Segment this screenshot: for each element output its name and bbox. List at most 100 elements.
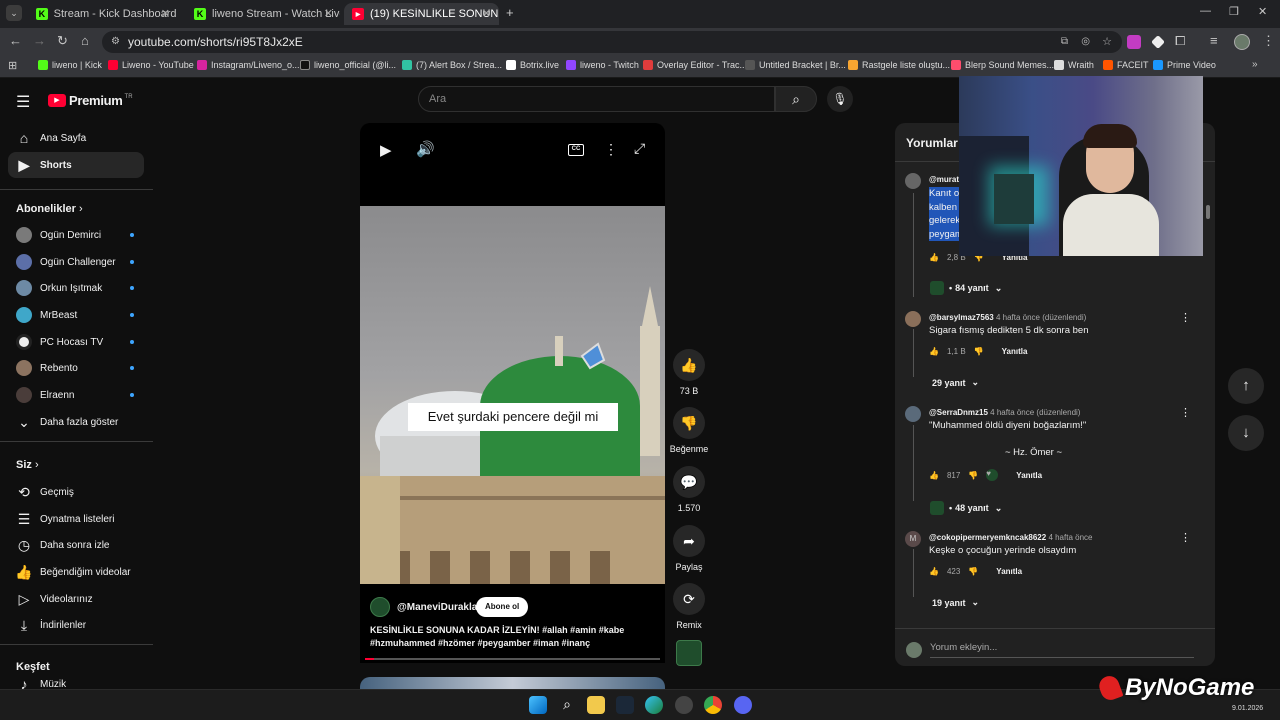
sidebar-subscription[interactable]: Elraenn bbox=[8, 382, 144, 408]
windows-start-icon[interactable] bbox=[529, 696, 547, 714]
sound-thumbnail[interactable] bbox=[676, 640, 702, 666]
youtube-premium-logo[interactable]: ▶ Premium TR bbox=[48, 93, 133, 108]
replies-toggle[interactable]: 29 yanıt ⌄ bbox=[932, 377, 979, 388]
subscriptions-heading[interactable]: Abonelikler › bbox=[16, 203, 83, 215]
back-icon[interactable]: ← bbox=[9, 33, 22, 48]
thumbs-up-icon[interactable]: 👍 bbox=[929, 471, 939, 480]
sidebar-item-shorts[interactable]: ▶ Shorts bbox=[8, 152, 144, 178]
extension-diamond-icon[interactable] bbox=[1151, 35, 1165, 49]
next-short-button[interactable]: ↓ bbox=[1228, 415, 1264, 451]
previous-short-button[interactable]: ↑ bbox=[1228, 368, 1264, 404]
shorts-player[interactable]: ▶ 🔊 CC ⋮ ⤢ Evet şurdaki pencere değil mi bbox=[360, 123, 665, 663]
thumbs-up-icon[interactable]: 👍 bbox=[929, 347, 939, 356]
sidebar-item-downloads[interactable]: ⤓ İndirilenler bbox=[8, 612, 144, 638]
next-short-preview[interactable] bbox=[360, 677, 665, 689]
extensions-puzzle-icon[interactable]: ⧠ bbox=[1175, 33, 1185, 49]
volume-button[interactable]: 🔊 bbox=[416, 140, 435, 158]
comment-author[interactable]: @barsylmaz7563 4 hafta önce (düzenlendi) bbox=[929, 313, 1086, 322]
reading-list-icon[interactable]: ≡ bbox=[1210, 33, 1218, 48]
bookmark-item[interactable]: Prime Video bbox=[1153, 60, 1216, 70]
sidebar-item-watch-later[interactable]: ◷ Daha sonra izle bbox=[8, 532, 144, 558]
replies-toggle[interactable]: • 48 yanıt ⌄ bbox=[930, 501, 1002, 515]
sidebar-item-home[interactable]: ⌂ Ana Sayfa bbox=[8, 125, 144, 151]
home-button-icon[interactable]: ⌂ bbox=[81, 33, 89, 48]
bookmark-item[interactable]: Botrix.live bbox=[506, 60, 559, 70]
sidebar-subscription[interactable]: PC Hocası TV bbox=[8, 329, 144, 355]
chrome-icon[interactable] bbox=[704, 696, 722, 714]
eye-off-icon[interactable]: ◎ bbox=[1081, 31, 1090, 53]
thumbs-up-icon[interactable]: 👍 bbox=[929, 567, 939, 576]
add-comment-input[interactable]: Yorum ekleyin... bbox=[930, 642, 1194, 658]
tab-kick-dashboard[interactable]: K Stream - Kick Dashboard ✕ bbox=[28, 3, 178, 25]
replies-toggle[interactable]: • 84 yanıt ⌄ bbox=[930, 281, 1002, 295]
you-heading[interactable]: Siz › bbox=[16, 459, 39, 471]
comment-menu-icon[interactable]: ⋮ bbox=[1180, 531, 1191, 544]
comment-author[interactable]: @murat bbox=[929, 175, 959, 184]
apps-grid-icon[interactable]: ⊞ bbox=[8, 59, 17, 72]
comment-menu-icon[interactable]: ⋮ bbox=[1180, 406, 1191, 419]
sidebar-item-music[interactable]: ♪ Müzik bbox=[8, 679, 144, 689]
sidebar-subscription[interactable]: Rebento bbox=[8, 355, 144, 381]
url-bar[interactable]: ⚙ youtube.com/shorts/ri95T8Jx2xE ⧉ ◎ ☆ bbox=[102, 31, 1122, 53]
restore-icon[interactable]: ❐ bbox=[1229, 5, 1239, 18]
search-icon[interactable]: ⌕ bbox=[558, 696, 576, 714]
hamburger-menu-icon[interactable]: ☰ bbox=[16, 92, 30, 112]
comment-menu-icon[interactable]: ⋮ bbox=[1180, 311, 1191, 324]
dislike-button[interactable]: 👎 Beğenme bbox=[670, 407, 708, 454]
bookmark-item[interactable]: Overlay Editor - Trac... bbox=[643, 60, 747, 70]
extension-icon[interactable] bbox=[1127, 35, 1141, 49]
captions-button[interactable]: CC bbox=[568, 144, 584, 156]
profile-avatar[interactable] bbox=[1234, 34, 1250, 50]
steam-icon[interactable] bbox=[616, 696, 634, 714]
new-tab-icon[interactable]: + bbox=[506, 5, 514, 20]
reload-icon[interactable]: ↻ bbox=[57, 33, 68, 49]
sidebar-item-history[interactable]: ⟲ Geçmiş bbox=[8, 479, 144, 505]
site-info-icon[interactable]: ⚙ bbox=[111, 31, 120, 53]
tab-search-icon[interactable]: ⌄ bbox=[6, 5, 22, 21]
comment-author[interactable]: @cokopipermeryemkncak8622 4 hafta önce bbox=[929, 533, 1092, 542]
subscribe-button[interactable]: Abone ol bbox=[476, 597, 529, 617]
sidebar-item-your-videos[interactable]: ▷ Videolarınız bbox=[8, 586, 144, 612]
thumbs-down-icon[interactable]: 👎 bbox=[974, 347, 984, 356]
bookmark-item[interactable]: Liweno - YouTube bbox=[108, 60, 194, 70]
sidebar-item-playlists[interactable]: ☰ Oynatma listeleri bbox=[8, 506, 144, 532]
reply-button[interactable]: Yanıtla bbox=[996, 567, 1022, 576]
bookmark-item[interactable]: Instagram/Liweno_o... bbox=[197, 60, 300, 70]
bookmark-item[interactable]: (7) Alert Box / Strea... bbox=[402, 60, 502, 70]
thumbs-down-icon[interactable]: 👎 bbox=[968, 567, 978, 576]
tab-youtube-short[interactable]: ▶ (19) KESİNLİKLE SONUNA KADAR ✕ bbox=[344, 3, 499, 25]
close-tab-icon[interactable]: ✕ bbox=[482, 7, 491, 20]
bookmark-item[interactable]: Blerp Sound Memes... bbox=[951, 60, 1054, 70]
thumbs-up-icon[interactable]: 👍 bbox=[929, 253, 939, 262]
like-button[interactable]: 👍 73 B bbox=[672, 349, 706, 396]
thumbs-down-icon[interactable]: 👎 bbox=[968, 471, 978, 480]
bookmark-item[interactable]: FACEIT bbox=[1103, 60, 1149, 70]
more-bookmarks-icon[interactable]: » bbox=[1252, 59, 1258, 70]
tab-kick-stream[interactable]: K liweno Stream - Watch Live on Kick ✕ bbox=[186, 3, 341, 25]
avatar[interactable]: M bbox=[905, 531, 921, 547]
progress-bar[interactable] bbox=[365, 658, 660, 660]
bookmark-star-icon[interactable]: ☆ bbox=[1102, 31, 1112, 53]
cast-icon[interactable]: ⧉ bbox=[1061, 31, 1068, 53]
edge-icon[interactable] bbox=[645, 696, 663, 714]
share-button[interactable]: ➦ Paylaş bbox=[672, 525, 706, 572]
discord-icon[interactable] bbox=[734, 696, 752, 714]
fullscreen-icon[interactable]: ⤢ bbox=[634, 140, 645, 157]
sidebar-subscription[interactable]: Ogün Demirci bbox=[8, 222, 144, 248]
forward-icon[interactable]: → bbox=[33, 33, 46, 48]
replies-toggle[interactable]: 19 yanıt ⌄ bbox=[932, 597, 979, 608]
sidebar-subscription[interactable]: MrBeast bbox=[8, 302, 144, 328]
close-tab-icon[interactable]: ✕ bbox=[324, 7, 333, 20]
obs-icon[interactable] bbox=[675, 696, 693, 714]
sidebar-subscription[interactable]: Orkun Işıtmak bbox=[8, 275, 144, 301]
voice-search-button[interactable]: 🎙 bbox=[827, 86, 853, 112]
channel-handle[interactable]: @ManeviDuraklar bbox=[397, 602, 481, 613]
bookmark-item[interactable]: liweno_official (@li... bbox=[300, 60, 396, 70]
avatar[interactable] bbox=[905, 173, 921, 189]
reply-button[interactable]: Yanıtla bbox=[1016, 471, 1042, 480]
remix-button[interactable]: ⟳ Remix bbox=[672, 583, 706, 630]
sidebar-subscription[interactable]: Ogün Challenger bbox=[8, 249, 144, 275]
more-options-icon[interactable]: ⋮ bbox=[604, 141, 618, 158]
show-more-button[interactable]: ⌄ Daha fazla göster bbox=[8, 409, 144, 435]
avatar[interactable] bbox=[905, 406, 921, 422]
